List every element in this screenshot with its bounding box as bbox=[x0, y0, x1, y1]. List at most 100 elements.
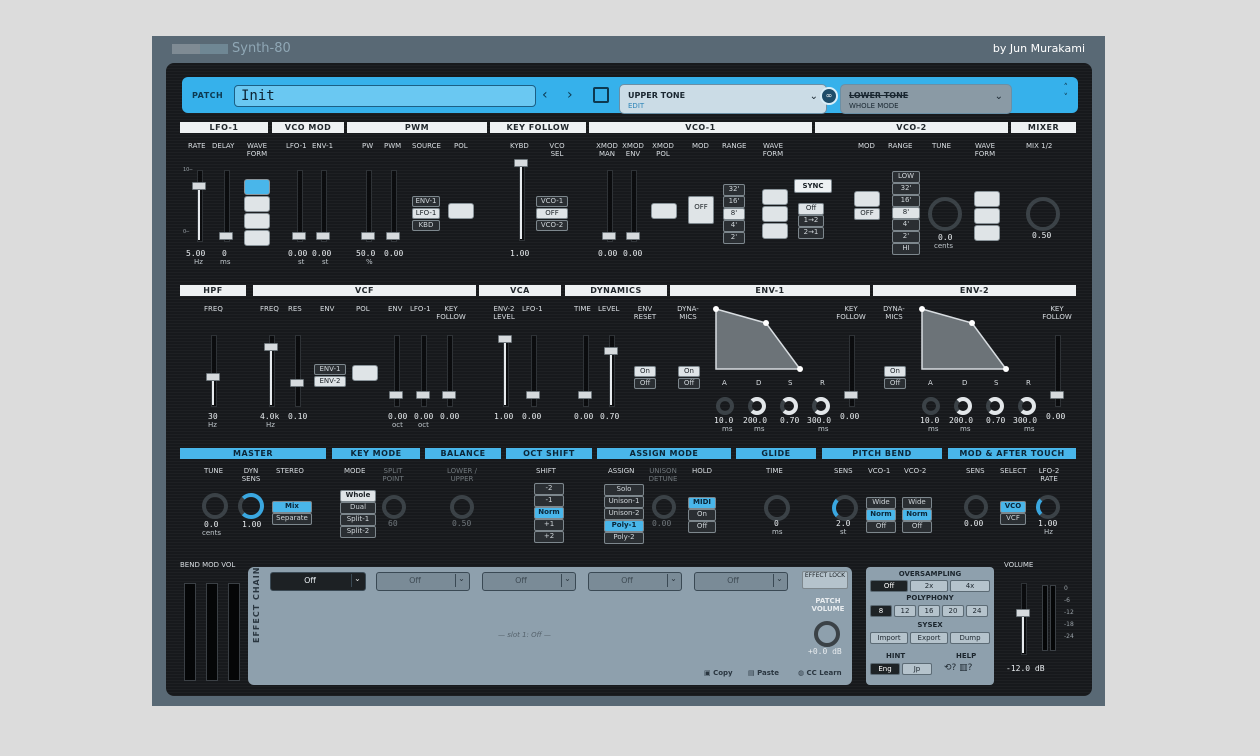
vco1-xmod-man-slider[interactable] bbox=[602, 170, 616, 242]
master-volume-slider[interactable] bbox=[1016, 583, 1030, 655]
hint-jp[interactable]: Jp bbox=[902, 663, 932, 675]
pwm-pol-icon[interactable] bbox=[448, 203, 474, 219]
glide-time-knob[interactable] bbox=[764, 495, 790, 521]
wave-noise-icon[interactable] bbox=[974, 225, 1000, 241]
env1-keyfollow-slider[interactable] bbox=[844, 335, 858, 407]
vcf-env-env2[interactable]: ENV-2 bbox=[314, 376, 346, 387]
oct-shift-minus1[interactable]: -1 bbox=[534, 495, 564, 507]
lfo2-rate-knob[interactable] bbox=[1036, 495, 1060, 519]
polyphony-8[interactable]: 8 bbox=[870, 605, 892, 617]
env2-dynamics-on[interactable]: On bbox=[884, 366, 906, 377]
assign-poly2[interactable]: Poly-2 bbox=[604, 532, 644, 544]
polyphony-24[interactable]: 24 bbox=[966, 605, 988, 617]
dynamics-level-slider[interactable] bbox=[604, 335, 618, 407]
oct-shift-norm[interactable]: Norm bbox=[534, 507, 564, 519]
sync-off[interactable]: Off bbox=[798, 203, 824, 215]
vcf-env-env1[interactable]: ENV-1 bbox=[314, 364, 346, 375]
vca-lfo1-slider[interactable] bbox=[526, 335, 540, 407]
key-mode-dual[interactable]: Dual bbox=[340, 502, 376, 514]
sysex-dump[interactable]: Dump bbox=[950, 632, 990, 644]
pb-vco1-norm[interactable]: Norm bbox=[866, 509, 896, 521]
vco-sel-off[interactable]: OFF bbox=[536, 208, 568, 219]
vcf-pol-icon[interactable] bbox=[352, 365, 378, 381]
env-reset-on[interactable]: On bbox=[634, 366, 656, 377]
vco2-range-2[interactable]: 2' bbox=[892, 231, 920, 243]
pb-vco1-off[interactable]: Off bbox=[866, 521, 896, 533]
vco-sel-vco1[interactable]: VCO-1 bbox=[536, 196, 568, 207]
vcf-res-slider[interactable] bbox=[290, 335, 304, 407]
env1-sustain-knob[interactable] bbox=[780, 397, 798, 415]
upper-tone-select[interactable]: UPPER TONE EDIT ⌄ bbox=[619, 84, 827, 114]
hold-off[interactable]: Off bbox=[688, 521, 716, 533]
unison-detune-knob[interactable] bbox=[652, 495, 676, 519]
env1-dynamics-off[interactable]: Off bbox=[678, 378, 700, 389]
sysex-import[interactable]: Import bbox=[870, 632, 908, 644]
key-mode-split1[interactable]: Split-1 bbox=[340, 514, 376, 526]
env1-release-knob[interactable] bbox=[812, 397, 830, 415]
vcomod-lfo1-slider[interactable] bbox=[292, 170, 306, 242]
balance-knob[interactable] bbox=[450, 495, 474, 519]
mod-select-vcf[interactable]: VCF bbox=[1000, 513, 1026, 525]
wave-random-icon[interactable] bbox=[244, 230, 270, 246]
split-point-knob[interactable] bbox=[382, 495, 406, 519]
key-mode-split2[interactable]: Split-2 bbox=[340, 526, 376, 538]
hint-eng[interactable]: Eng bbox=[870, 663, 900, 675]
wave-triangle-icon[interactable] bbox=[762, 189, 788, 205]
env2-release-knob[interactable] bbox=[1018, 397, 1036, 415]
effect-lock-button[interactable]: EFFECT LOCK bbox=[802, 571, 848, 589]
vco1-mod-button[interactable]: OFF bbox=[688, 196, 714, 224]
polyphony-16[interactable]: 16 bbox=[918, 605, 940, 617]
vco2-range-16[interactable]: 16' bbox=[892, 195, 920, 207]
paste-button[interactable]: ▤ Paste bbox=[748, 669, 779, 677]
oct-shift-plus2[interactable]: +2 bbox=[534, 531, 564, 543]
env1-attack-knob[interactable] bbox=[716, 397, 734, 415]
assign-unison1[interactable]: Unison-1 bbox=[604, 496, 644, 508]
effect-slot-3[interactable]: Off ⌄ bbox=[482, 572, 576, 591]
wave-saw-icon[interactable] bbox=[974, 208, 1000, 224]
assign-solo[interactable]: Solo bbox=[604, 484, 644, 496]
copy-button[interactable]: ▣ Copy bbox=[704, 669, 733, 677]
env2-graph[interactable] bbox=[918, 305, 1012, 375]
vco1-range-4[interactable]: 4' bbox=[723, 220, 745, 232]
pb-vco2-wide[interactable]: Wide bbox=[902, 497, 932, 509]
pwm-pw-slider[interactable] bbox=[361, 170, 375, 242]
wave-saw-icon[interactable] bbox=[762, 206, 788, 222]
wave-saw-icon[interactable] bbox=[244, 196, 270, 212]
hpf-freq-slider[interactable] bbox=[206, 335, 220, 407]
pb-vco2-norm[interactable]: Norm bbox=[902, 509, 932, 521]
mod-select-vco[interactable]: VCO bbox=[1000, 501, 1026, 513]
vco1-range-8[interactable]: 8' bbox=[723, 208, 745, 220]
vco2-range-8[interactable]: 8' bbox=[892, 207, 920, 219]
sync-1-to-2[interactable]: 1→2 bbox=[798, 215, 824, 227]
vco2-range-hi[interactable]: HI bbox=[892, 243, 920, 255]
vco2-range-4[interactable]: 4' bbox=[892, 219, 920, 231]
keyfollow-kybd-slider[interactable] bbox=[514, 159, 528, 241]
assign-unison2[interactable]: Unison-2 bbox=[604, 508, 644, 520]
effect-slot-1[interactable]: Off ⌄ bbox=[270, 572, 366, 591]
vcf-env-slider[interactable] bbox=[389, 335, 403, 407]
vca-env2-slider[interactable] bbox=[498, 335, 512, 407]
mixer-mix-knob[interactable] bbox=[1026, 197, 1060, 231]
next-patch-icon[interactable]: › bbox=[567, 87, 573, 103]
mod-sens-knob[interactable] bbox=[964, 495, 988, 519]
pwm-source-kbd[interactable]: KBD bbox=[412, 220, 440, 231]
polyphony-12[interactable]: 12 bbox=[894, 605, 916, 617]
vco2-mod-icon[interactable] bbox=[854, 191, 880, 207]
prev-patch-icon[interactable]: ‹ bbox=[542, 87, 548, 103]
stereo-mix[interactable]: Mix bbox=[272, 501, 312, 513]
lfo1-rate-slider[interactable] bbox=[192, 170, 206, 242]
hold-on[interactable]: On bbox=[688, 509, 716, 521]
pitch-bend-sens-knob[interactable] bbox=[832, 495, 858, 521]
vco2-range-low[interactable]: LOW bbox=[892, 171, 920, 183]
vco1-range-2[interactable]: 2' bbox=[723, 232, 745, 244]
master-tune-knob[interactable] bbox=[202, 493, 228, 519]
assign-poly1[interactable]: Poly-1 bbox=[604, 520, 644, 532]
vco2-mod-button[interactable]: OFF bbox=[854, 208, 880, 220]
env2-dynamics-off[interactable]: Off bbox=[884, 378, 906, 389]
env2-decay-knob[interactable] bbox=[954, 397, 972, 415]
oct-shift-minus2[interactable]: -2 bbox=[534, 483, 564, 495]
vcf-freq-slider[interactable] bbox=[264, 335, 278, 407]
oversampling-off[interactable]: Off bbox=[870, 580, 908, 592]
polyphony-20[interactable]: 20 bbox=[942, 605, 964, 617]
vcf-lfo1-slider[interactable] bbox=[416, 335, 430, 407]
